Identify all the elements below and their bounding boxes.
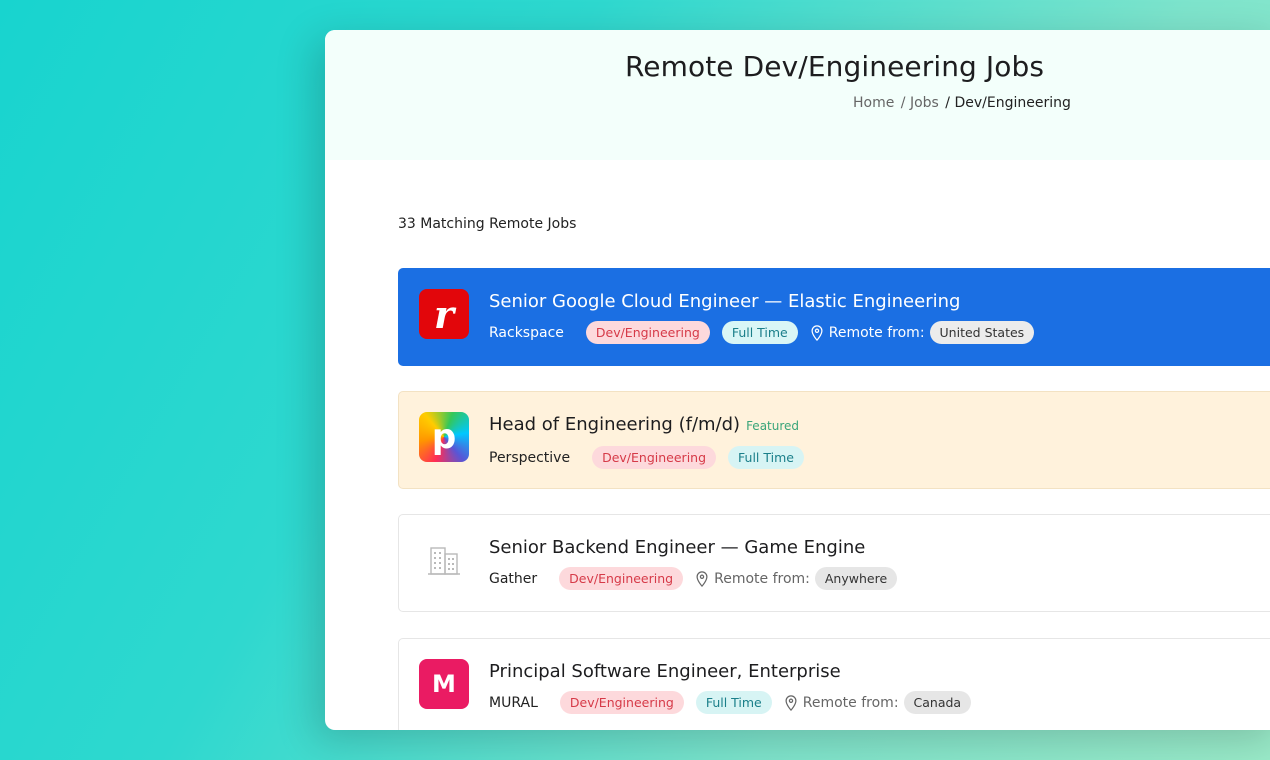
job-type-tag[interactable]: Full Time: [728, 446, 804, 469]
job-title[interactable]: Senior Backend Engineer — Game Engine: [489, 537, 865, 558]
remote-label: Remote from:: [714, 570, 810, 587]
remote-info: Remote from: United States: [810, 321, 1035, 344]
job-type-tag[interactable]: Full Time: [695, 691, 772, 714]
category-tag[interactable]: Dev/Engineering: [585, 321, 710, 344]
job-title[interactable]: Senior Google Cloud Engineer — Elastic E…: [489, 291, 960, 312]
category-tag[interactable]: Dev/Engineering: [592, 446, 717, 469]
breadcrumb-home[interactable]: Home: [853, 95, 894, 111]
page-title: Remote Dev/Engineering Jobs: [625, 50, 1045, 83]
featured-badge: Featured: [746, 419, 800, 433]
company-logo: M: [419, 659, 469, 709]
job-meta: MURAL Dev/Engineering Full Time Remote f…: [489, 691, 972, 714]
job-meta: Perspective Dev/Engineering Full Time: [489, 446, 804, 469]
remote-info: Remote from: Anywhere: [695, 567, 898, 590]
company-name: MURAL: [489, 694, 538, 711]
job-type-tag[interactable]: Full Time: [721, 321, 798, 344]
job-title-text[interactable]: Head of Engineering (f/m/d): [489, 414, 740, 435]
job-card[interactable]: p Head of Engineering (f/m/d) Featured Pe…: [398, 391, 1270, 489]
category-tag[interactable]: Dev/Engineering: [559, 567, 684, 590]
location-pin-icon: [696, 570, 708, 587]
building-icon: [428, 547, 460, 575]
category-tag[interactable]: Dev/Engineering: [559, 691, 684, 714]
location-tag[interactable]: Anywhere: [814, 567, 898, 590]
breadcrumb-jobs[interactable]: / Jobs: [901, 95, 939, 111]
job-card[interactable]: Senior Backend Engineer — Game Engine Ga…: [398, 514, 1270, 612]
job-meta: Gather Dev/Engineering Remote from: Anyw…: [489, 567, 898, 590]
breadcrumb: Home / Jobs / Dev/Engineering: [853, 95, 1265, 111]
job-card[interactable]: M Principal Software Engineer, Enterpris…: [398, 638, 1270, 730]
job-title[interactable]: Principal Software Engineer, Enterprise: [489, 661, 841, 682]
logo-letter: p: [431, 417, 457, 457]
page-window: Remote Dev/Engineering Jobs Home / Jobs …: [325, 30, 1270, 730]
job-card[interactable]: r Senior Google Cloud Engineer — Elastic…: [398, 268, 1270, 366]
company-name: Gather: [489, 570, 538, 587]
company-name: Rackspace: [489, 324, 564, 341]
company-logo: r: [419, 289, 469, 339]
job-meta: Rackspace Dev/Engineering Full Time Remo…: [489, 321, 1035, 344]
breadcrumb-current: / Dev/Engineering: [945, 95, 1071, 111]
company-logo: [419, 535, 469, 585]
company-name: Perspective: [489, 449, 571, 466]
location-pin-icon: [785, 694, 797, 711]
page-header: Remote Dev/Engineering Jobs Home / Jobs …: [325, 30, 1270, 160]
company-logo: p: [419, 412, 469, 462]
remote-label: Remote from:: [828, 324, 925, 341]
location-tag[interactable]: United States: [929, 321, 1035, 344]
job-title[interactable]: Head of Engineering (f/m/d) Featured: [489, 414, 799, 435]
remote-label: Remote from:: [802, 694, 899, 711]
location-pin-icon: [811, 324, 823, 341]
results-count: 33 Matching Remote Jobs: [398, 216, 577, 232]
remote-info: Remote from: Canada: [784, 691, 972, 714]
location-tag[interactable]: Canada: [903, 691, 972, 714]
